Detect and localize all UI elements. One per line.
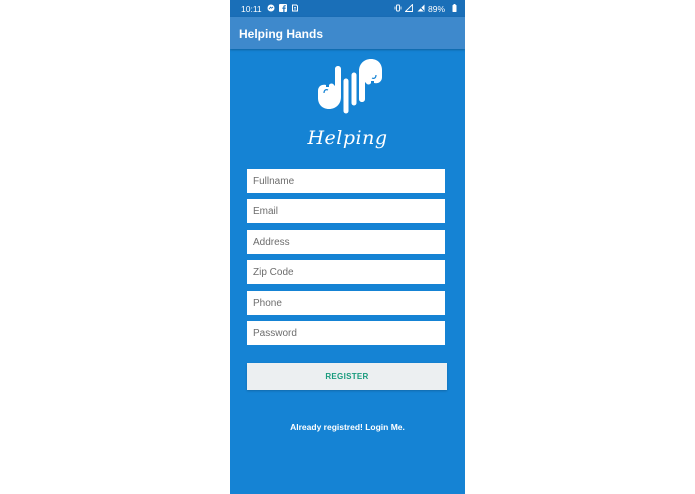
messenger-icon — [267, 4, 275, 12]
password-field[interactable] — [247, 321, 445, 345]
app-bar: Helping Hands — [230, 17, 465, 49]
phone-field[interactable] — [247, 291, 445, 315]
status-bar: 10:11 89% — [230, 0, 465, 17]
login-link[interactable]: Already registred! Login Me. — [230, 422, 465, 432]
address-field[interactable] — [247, 230, 445, 254]
zip-code-field[interactable] — [247, 260, 445, 284]
notification-icon — [291, 4, 299, 12]
signal-icon — [404, 3, 413, 12]
vibrate-icon — [394, 4, 402, 12]
app-bar-title: Helping Hands — [239, 27, 324, 41]
register-button[interactable]: REGISTER — [247, 363, 447, 390]
email-field[interactable] — [247, 199, 445, 223]
phone-screen: 10:11 89% Helping Hands Helping Fullname… — [230, 0, 465, 494]
battery-icon — [452, 4, 457, 12]
facebook-icon — [279, 4, 287, 12]
fullname-field[interactable] — [247, 169, 445, 193]
helping-hands-logo-icon — [310, 53, 390, 115]
no-sim-icon — [417, 4, 425, 12]
status-time: 10:11 — [241, 4, 262, 14]
brand-wordmark: Helping Hands — [307, 127, 388, 189]
battery-percent: 89% — [428, 4, 446, 14]
